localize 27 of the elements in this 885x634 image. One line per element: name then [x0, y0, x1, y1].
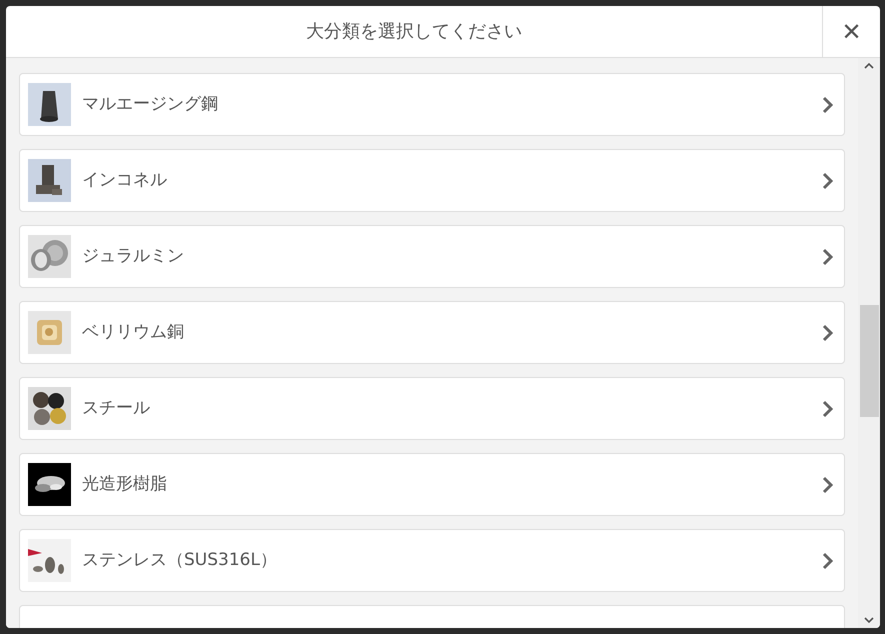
- list-item[interactable]: スチール: [19, 377, 845, 440]
- list-item[interactable]: 光造形樹脂: [19, 453, 845, 516]
- item-label: ジュラルミン: [82, 244, 185, 268]
- list-item[interactable]: マルエージング鋼: [19, 73, 845, 136]
- scrollbar[interactable]: [858, 58, 880, 628]
- item-label: インコネル: [82, 168, 168, 192]
- list-item[interactable]: ジュラルミン: [19, 225, 845, 288]
- item-label: スチール: [82, 396, 151, 420]
- chevron-right-icon: [822, 324, 834, 342]
- close-button[interactable]: ✕: [822, 6, 880, 57]
- chevron-right-icon: [822, 476, 834, 494]
- dialog-title: 大分類を選択してください: [306, 20, 522, 44]
- scroll-up-icon[interactable]: [864, 62, 874, 69]
- chevron-right-icon: [822, 172, 834, 190]
- chevron-right-icon: [822, 552, 834, 570]
- list-item[interactable]: インコネル: [19, 149, 845, 212]
- chevron-right-icon: [822, 248, 834, 266]
- chevron-right-icon: [822, 400, 834, 418]
- scroll-down-icon[interactable]: [864, 617, 874, 624]
- item-label: ステンレス（SUS316L）: [82, 548, 278, 572]
- item-label: マルエージング鋼: [82, 92, 219, 116]
- item-label: ベリリウム銅: [82, 320, 185, 344]
- item-label: 光造形樹脂: [82, 472, 168, 496]
- scrollbar-thumb[interactable]: [860, 305, 878, 417]
- chevron-right-icon: [822, 96, 834, 114]
- list-item[interactable]: ベリリウム銅: [19, 301, 845, 364]
- list-item[interactable]: ステンレス（SUS316L）: [19, 529, 845, 592]
